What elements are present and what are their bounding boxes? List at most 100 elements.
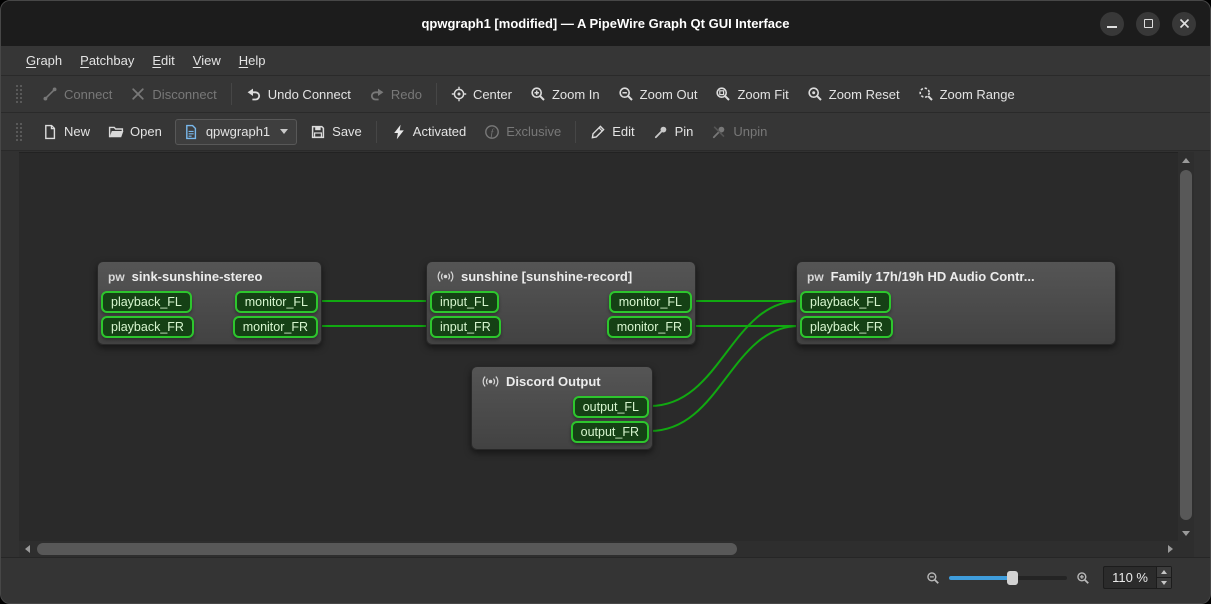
toolbar-grip[interactable] [15,122,23,142]
zoom-reset-button[interactable]: Zoom Reset [798,81,909,107]
graph-node-discord-output[interactable]: Discord Output output_FL output_FR [471,366,653,450]
patchbay-file-icon [183,124,199,140]
speaker-icon [437,269,454,284]
disconnect-button[interactable]: Disconnect [121,81,225,107]
undo-connect-label: Undo Connect [268,87,351,102]
open-label: Open [130,124,162,139]
zoom-in-button[interactable]: Zoom In [521,81,609,107]
port-output[interactable]: monitor_FR [233,316,318,338]
toolbar-separator [575,121,576,143]
node-title: Discord Output [506,374,601,389]
spin-down-button[interactable] [1157,578,1171,588]
titlebar[interactable]: qpwgraph1 [modified] — A PipeWire Graph … [1,1,1210,46]
graph-node-family-audio[interactable]: pw Family 17h/19h HD Audio Contr... play… [796,261,1116,345]
pipewire-icon: pw [108,270,125,284]
node-header[interactable]: Discord Output [472,367,652,396]
menu-patchbay[interactable]: Patchbay [71,48,143,73]
vertical-scrollbar-thumb[interactable] [1180,170,1192,520]
scroll-down-button[interactable] [1178,525,1194,541]
app-window: qpwgraph1 [modified] — A PipeWire Graph … [0,0,1211,604]
maximize-button[interactable] [1136,12,1160,36]
port-output[interactable]: monitor_FL [235,291,318,313]
zoom-fit-icon [715,86,731,102]
port-row: playback_FL monitor_FL [98,291,321,313]
unpin-button[interactable]: Unpin [702,119,776,145]
graph-node-sink-sunshine-stereo[interactable]: pw sink-sunshine-stereo playback_FL moni… [97,261,322,345]
zoom-range-button[interactable]: Zoom Range [909,81,1024,107]
scroll-up-button[interactable] [1178,152,1194,168]
port-input[interactable]: input_FR [430,316,501,338]
menu-graph[interactable]: Graph [17,48,71,73]
arrow-down-icon [1182,531,1190,536]
exclusive-button[interactable]: f Exclusive [475,119,570,145]
svg-text:f: f [491,127,495,138]
open-folder-icon [108,124,124,140]
zoom-value[interactable]: 110 % [1104,567,1156,588]
zoom-slider-fill [949,576,1012,580]
pipewire-icon: pw [807,270,824,284]
toolbar-grip[interactable] [15,84,23,104]
port-output[interactable]: output_FL [573,396,649,418]
zoom-fit-button[interactable]: Zoom Fit [706,81,797,107]
activated-label: Activated [413,124,466,139]
scroll-right-button[interactable] [1162,541,1178,557]
spin-up-button[interactable] [1157,567,1171,578]
vertical-scrollbar[interactable] [1178,152,1194,541]
exclusive-icon: f [484,124,500,140]
port-output[interactable]: monitor_FR [607,316,692,338]
port-output[interactable]: monitor_FL [609,291,692,313]
port-input[interactable]: playback_FL [101,291,192,313]
activated-button[interactable]: Activated [382,119,475,145]
arrow-up-icon [1182,158,1190,163]
statusbar: 110 % [1,557,1210,604]
minimize-icon [1107,26,1117,28]
edit-button[interactable]: Edit [581,119,643,145]
chevron-down-icon [280,129,288,134]
minimize-button[interactable] [1100,12,1124,36]
zoom-slider-handle[interactable] [1007,571,1018,585]
undo-connect-button[interactable]: Undo Connect [237,81,360,107]
node-header[interactable]: sunshine [sunshine-record] [427,262,695,291]
node-header[interactable]: pw Family 17h/19h HD Audio Contr... [797,262,1115,291]
new-button[interactable]: New [33,119,99,145]
port-input[interactable]: playback_FR [800,316,893,338]
node-header[interactable]: pw sink-sunshine-stereo [98,262,321,291]
pin-button[interactable]: Pin [644,119,703,145]
menubar: Graph Patchbay Edit View Help [1,46,1210,76]
port-input[interactable]: playback_FR [101,316,194,338]
port-input[interactable]: playback_FL [800,291,891,313]
open-button[interactable]: Open [99,119,171,145]
window-title: qpwgraph1 [modified] — A PipeWire Graph … [421,16,789,31]
zoom-in-icon [530,86,546,102]
zoom-range-icon [918,86,934,102]
unpin-icon [711,124,727,140]
arrow-left-icon [25,545,30,553]
connect-button[interactable]: Connect [33,81,121,107]
close-button[interactable] [1172,12,1196,36]
save-label: Save [332,124,362,139]
scroll-left-button[interactable] [19,541,35,557]
graph-node-sunshine[interactable]: sunshine [sunshine-record] input_FL moni… [426,261,696,345]
zoom-out-button[interactable]: Zoom Out [609,81,707,107]
pencil-icon [590,124,606,140]
undo-icon [246,86,262,102]
graph-canvas[interactable]: pw sink-sunshine-stereo playback_FL moni… [19,152,1178,541]
horizontal-scrollbar-thumb[interactable] [37,543,737,555]
redo-icon [369,86,385,102]
zoom-spinbox[interactable]: 110 % [1103,566,1172,589]
connect-icon [42,86,58,102]
port-output[interactable]: output_FR [571,421,649,443]
scrollbar-corner [1178,541,1194,557]
center-button[interactable]: Center [442,81,521,107]
save-button[interactable]: Save [301,119,371,145]
zoom-slider[interactable] [949,570,1067,586]
redo-button[interactable]: Redo [360,81,431,107]
menu-view[interactable]: View [184,48,230,73]
arrow-right-icon [1168,545,1173,553]
port-input[interactable]: input_FL [430,291,499,313]
menu-edit[interactable]: Edit [143,48,183,73]
toolbar-separator [436,83,437,105]
horizontal-scrollbar[interactable] [19,541,1178,557]
patchbay-file-combobox[interactable]: qpwgraph1 [175,119,297,145]
menu-help[interactable]: Help [230,48,275,73]
